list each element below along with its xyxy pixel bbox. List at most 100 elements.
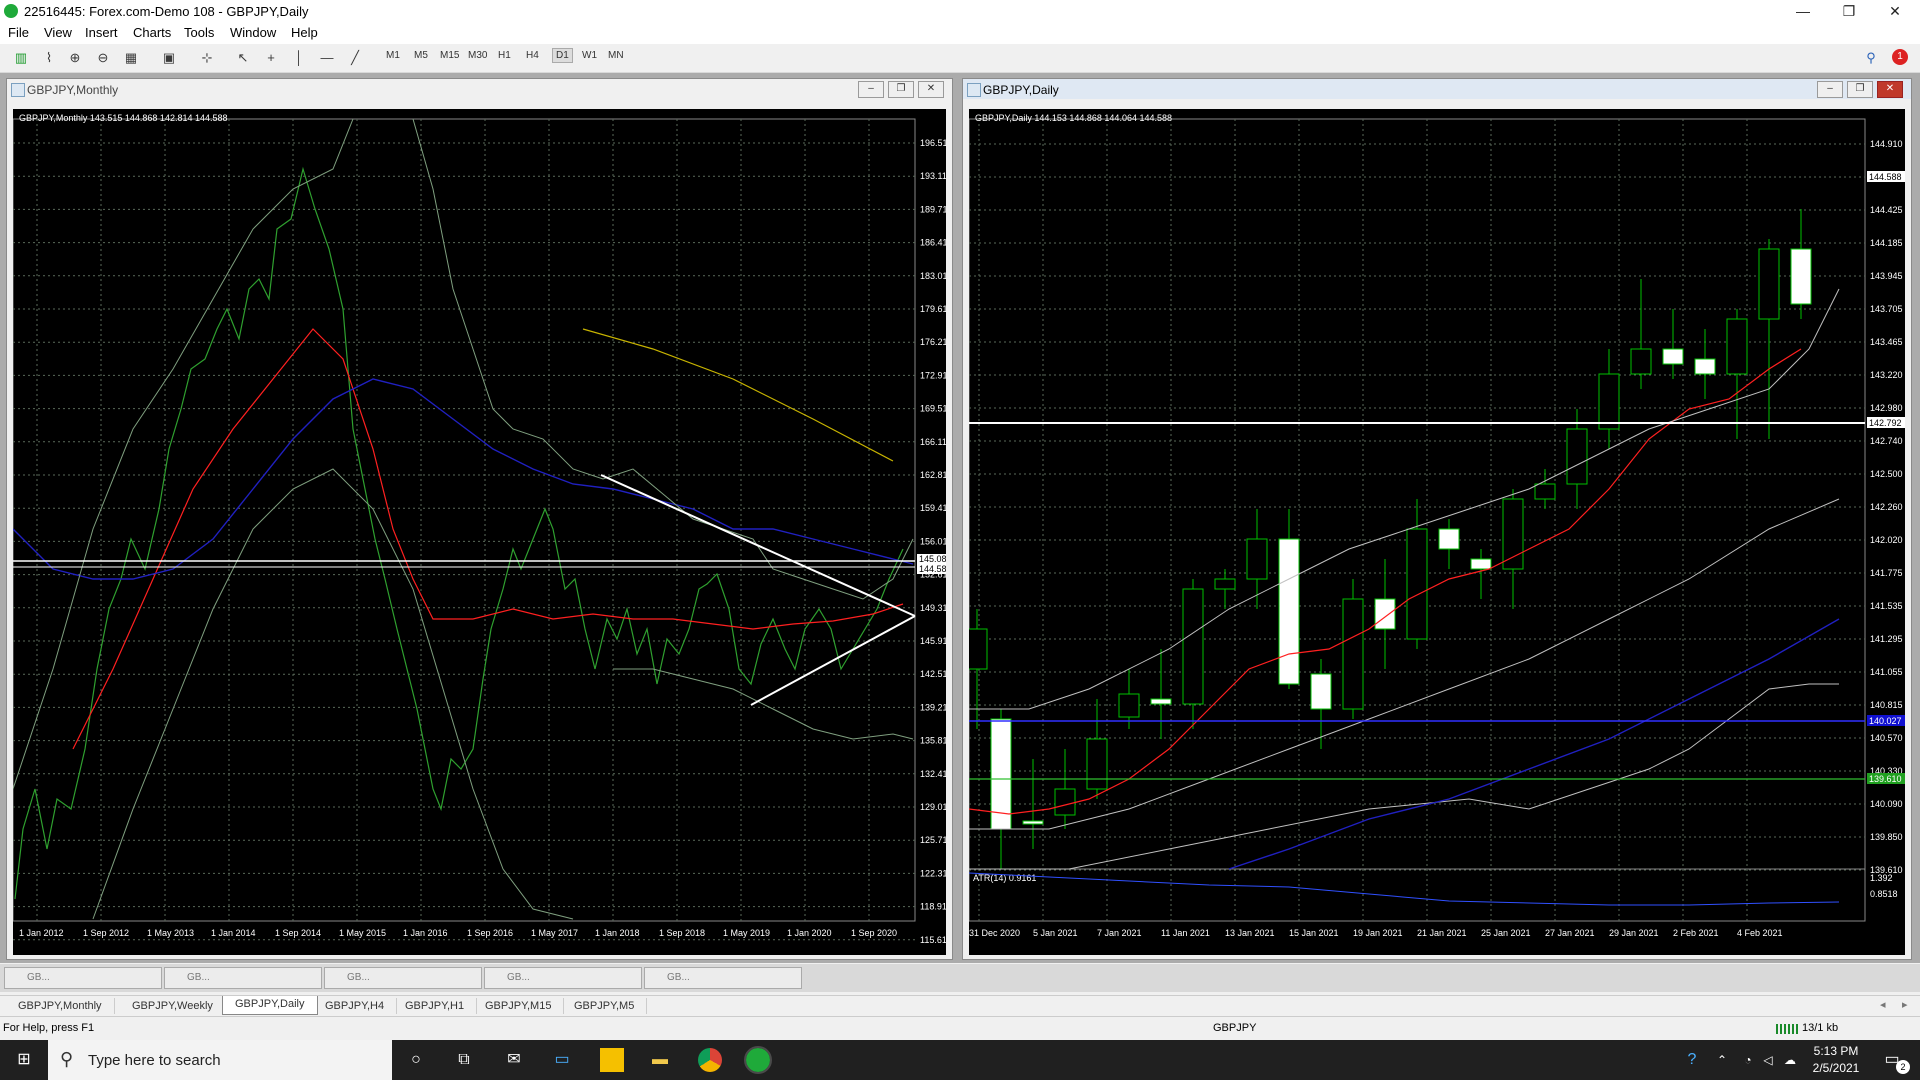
templates-icon[interactable]: ▣ (160, 49, 178, 67)
price-axis-label: 118.910 (920, 902, 946, 912)
new-chart-icon[interactable]: ▥ (12, 49, 30, 67)
volume-icon[interactable]: ◁ (1756, 1048, 1780, 1072)
teams-app-icon[interactable]: ▭ (550, 1048, 574, 1072)
daily-window-titlebar[interactable]: GBPJPY,Daily – ❐ ✕ (963, 79, 1911, 99)
tab-gbpjpy-h1[interactable]: GBPJPY,H1 (393, 998, 478, 1014)
price-axis-label: 142.980 (1870, 403, 1903, 413)
chart-window-icon (967, 83, 981, 97)
crosshair-icon[interactable]: + (262, 49, 280, 67)
tab-gbpjpy-monthly[interactable]: GBPJPY,Monthly (6, 998, 115, 1014)
tf-d1[interactable]: D1 (552, 48, 573, 63)
menu-help[interactable]: Help (291, 25, 318, 40)
tab-gbpjpy-m5[interactable]: GBPJPY,M5 (562, 998, 648, 1014)
tab-scroll-left-icon[interactable]: ◂ (1880, 998, 1886, 1011)
menu-insert[interactable]: Insert (85, 25, 118, 40)
maximize-button[interactable]: ❐ (1826, 0, 1872, 22)
menu-window[interactable]: Window (230, 25, 276, 40)
search-icon[interactable]: ⚲ (1862, 49, 1880, 67)
price-axis-label: 144.185 (1870, 238, 1903, 248)
tf-m15[interactable]: M15 (440, 50, 459, 61)
taskbar-date[interactable]: 2/5/2021 (1806, 1061, 1866, 1075)
tf-h1[interactable]: H1 (498, 50, 511, 61)
help-icon[interactable]: ? (1680, 1048, 1704, 1072)
mail-app-icon[interactable]: ✉ (502, 1048, 526, 1072)
tf-mn[interactable]: MN (608, 50, 624, 61)
candle-body (1150, 698, 1172, 705)
minimized-chart-3[interactable]: GB... (324, 967, 482, 989)
price-highlight-label: 140.027 (1869, 716, 1902, 726)
tf-h4[interactable]: H4 (526, 50, 539, 61)
price-axis-label: 156.010 (920, 536, 946, 546)
taskbar-search-box[interactable]: ⚲ Type here to search (48, 1040, 392, 1080)
cursor-icon[interactable]: ↖ (234, 49, 252, 67)
generic-app-icon[interactable] (600, 1048, 624, 1072)
chart-window-icon (11, 83, 25, 97)
vertical-line-icon[interactable]: │ (290, 49, 308, 67)
daily-chart-canvas[interactable]: 144.910144.670144.425144.185143.945143.7… (969, 109, 1905, 955)
candle-body (1694, 358, 1716, 375)
monthly-chart-window[interactable]: GBPJPY,Monthly – ❐ ✕ 196.510 193.110 189.7… (6, 78, 953, 960)
tab-gbpjpy-weekly[interactable]: GBPJPY,Weekly (120, 998, 226, 1014)
notification-badge[interactable]: 1 (1892, 49, 1908, 65)
file-explorer-icon[interactable]: ▬ (648, 1048, 672, 1072)
menu-view[interactable]: View (44, 25, 72, 40)
date-axis-label: 27 Jan 2021 (1545, 928, 1595, 938)
chrome-icon[interactable] (698, 1048, 722, 1072)
monthly-yellow-ma (582, 328, 894, 462)
minimized-chart-4[interactable]: GB... (484, 967, 642, 989)
tab-scroll-right-icon[interactable]: ▸ (1902, 998, 1908, 1011)
tf-w1[interactable]: W1 (582, 50, 597, 61)
tf-m1[interactable]: M1 (386, 50, 400, 61)
atr-line (969, 872, 1840, 906)
date-axis-label: 25 Jan 2021 (1481, 928, 1531, 938)
trendline-icon[interactable]: ╱ (346, 49, 364, 67)
price-axis-label: 141.535 (1870, 601, 1903, 611)
daily-restore-button[interactable]: ❐ (1847, 81, 1873, 98)
candle-body (1182, 588, 1204, 705)
toolbar: ▥ ⌇ ⊕ ⊖ ▦ ▣ ⊹ ↖ + │ — ╱ M1 M5 M15 M30 H1… (0, 44, 1920, 73)
date-axis-label: 1 Jan 2016 (403, 928, 448, 938)
taskbar-time[interactable]: 5:13 PM (1806, 1044, 1866, 1058)
line-chart-icon[interactable]: ⌇ (40, 49, 58, 67)
daily-minimize-button[interactable]: – (1817, 81, 1843, 98)
minimized-chart-2[interactable]: GB... (164, 967, 322, 989)
daily-close-button[interactable]: ✕ (1877, 81, 1903, 98)
tab-gbpjpy-m15[interactable]: GBPJPY,M15 (473, 998, 565, 1014)
forex-app-icon[interactable] (744, 1046, 772, 1074)
daily-chart-window[interactable]: GBPJPY,Daily – ❐ ✕ 144.910144.670144.425… (962, 78, 1912, 960)
price-axis-label: 141.055 (1870, 667, 1903, 677)
candle-body (1662, 348, 1684, 365)
minimize-button[interactable]: — (1780, 0, 1826, 22)
status-symbol: GBPJPY (1213, 1022, 1257, 1034)
monthly-restore-button[interactable]: ❐ (888, 81, 914, 98)
crosshair-target-icon[interactable]: ⊹ (198, 49, 216, 67)
menu-tools[interactable]: Tools (184, 25, 214, 40)
tf-m5[interactable]: M5 (414, 50, 428, 61)
close-button[interactable]: ✕ (1872, 0, 1918, 22)
tray-chevron-icon[interactable]: ⌃ (1710, 1048, 1734, 1072)
monthly-close-button[interactable]: ✕ (918, 81, 944, 98)
tab-gbpjpy-h4[interactable]: GBPJPY,H4 (313, 998, 398, 1014)
tf-m30[interactable]: M30 (468, 50, 487, 61)
zoom-in-icon[interactable]: ⊕ (66, 49, 84, 67)
price-axis-label: 193.110 (920, 171, 946, 181)
tab-gbpjpy-daily[interactable]: GBPJPY,Daily (222, 996, 318, 1015)
tile-windows-icon[interactable]: ▦ (122, 49, 140, 67)
onedrive-icon[interactable]: ☁ (1778, 1048, 1802, 1072)
horizontal-line-icon[interactable]: — (318, 49, 336, 67)
monthly-chart-canvas[interactable]: 196.510 193.110 189.710 186.410 183.010 179.6… (13, 109, 946, 955)
minimized-chart-5[interactable]: GB... (644, 967, 802, 989)
monthly-minimize-button[interactable]: – (858, 81, 884, 98)
price-axis-label: 143.220 (1870, 370, 1903, 380)
cortana-icon[interactable]: ○ (404, 1048, 428, 1072)
task-view-icon[interactable]: ⧉ (452, 1048, 476, 1072)
minimized-chart-1[interactable]: GB... (4, 967, 162, 989)
candle-body (1726, 318, 1748, 375)
windows-start-icon[interactable]: ⊞ (12, 1048, 36, 1072)
zoom-out-icon[interactable]: ⊖ (94, 49, 112, 67)
price-axis-label: 139.850 (1870, 832, 1903, 842)
taskbar: ⊞ ⚲ Type here to search ○ ⧉ ✉ ▭ ▬ ? ⌃ ◔ … (0, 1040, 1920, 1080)
monthly-window-titlebar[interactable]: GBPJPY,Monthly – ❐ ✕ (7, 79, 952, 99)
menu-file[interactable]: File (8, 25, 29, 40)
menu-charts[interactable]: Charts (133, 25, 171, 40)
